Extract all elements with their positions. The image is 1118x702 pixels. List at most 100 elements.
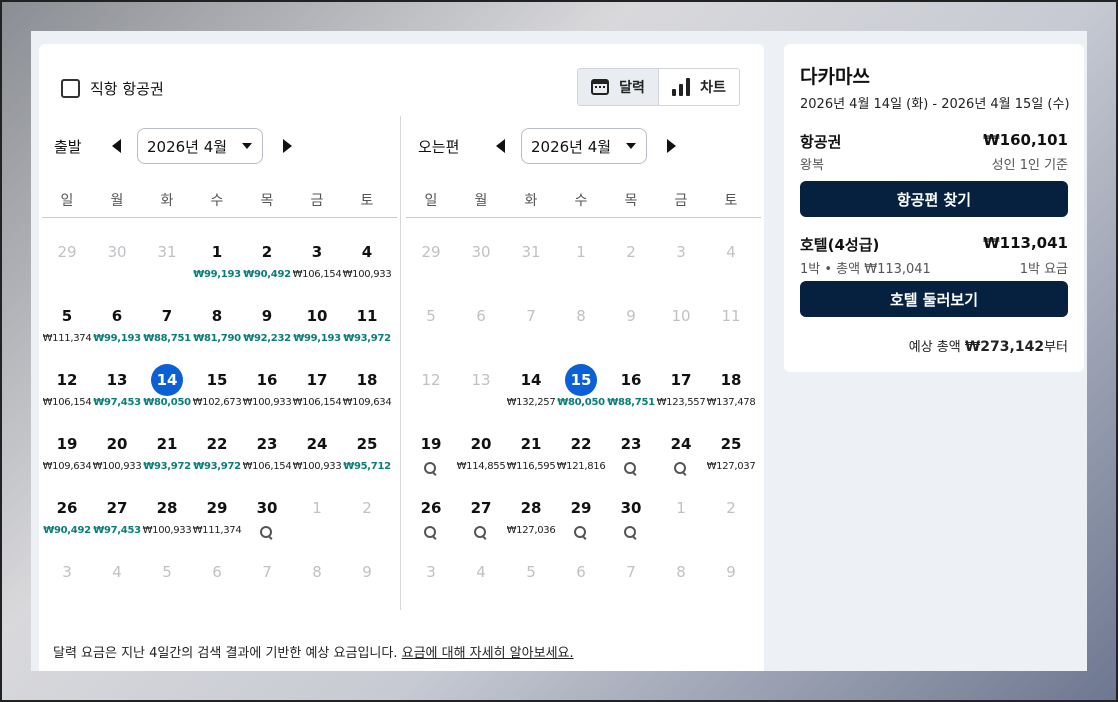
- day-number: 31: [157, 243, 177, 261]
- day-cell[interactable]: 1 ₩99,193: [192, 229, 242, 293]
- day-cell[interactable]: 26 ₩90,492: [42, 485, 92, 549]
- day-number: 6: [576, 563, 586, 581]
- day-cell[interactable]: 23: [606, 421, 656, 485]
- day-price: ₩100,933: [292, 461, 342, 472]
- day-cell[interactable]: 18 ₩137,478: [706, 357, 756, 421]
- day-number: 19: [420, 435, 442, 453]
- day-cell[interactable]: 10 ₩99,193: [292, 293, 342, 357]
- selected-day-cell[interactable]: 15 ₩80,050: [556, 357, 606, 421]
- weekday: 수: [210, 193, 224, 209]
- day-price: ₩95,712: [343, 461, 391, 472]
- calendar-view-button[interactable]: 달력: [578, 69, 659, 105]
- day-cell: 1: [556, 229, 606, 293]
- day-cell: 5: [506, 549, 556, 613]
- day-cell[interactable]: 30: [606, 485, 656, 549]
- day-cell[interactable]: 30: [242, 485, 292, 549]
- day-price: ₩102,673: [192, 397, 242, 408]
- day-cell[interactable]: 19 ₩109,634: [42, 421, 92, 485]
- day-cell[interactable]: 14 ₩132,257: [506, 357, 556, 421]
- direct-flights-filter[interactable]: 직항 항공권: [61, 78, 164, 99]
- day-cell[interactable]: 11 ₩93,972: [342, 293, 392, 357]
- day-cell[interactable]: 16 ₩88,751: [606, 357, 656, 421]
- day-cell[interactable]: 27 ₩97,453: [92, 485, 142, 549]
- day-cell[interactable]: 29 ₩111,374: [192, 485, 242, 549]
- day-cell[interactable]: 28 ₩100,933: [142, 485, 192, 549]
- flight-label: 항공권: [800, 133, 842, 151]
- day-cell[interactable]: 2 ₩90,492: [242, 229, 292, 293]
- day-cell[interactable]: 19: [406, 421, 456, 485]
- day-cell[interactable]: 17 ₩106,154: [292, 357, 342, 421]
- day-price: ₩132,257: [506, 397, 556, 408]
- next-month-icon[interactable]: [667, 139, 676, 153]
- day-cell[interactable]: 12 ₩106,154: [42, 357, 92, 421]
- weekday-header: 일 월 화 수 목 금 토: [42, 190, 397, 218]
- day-number: 28: [156, 499, 178, 517]
- find-flights-button[interactable]: 항공편 찾기: [800, 181, 1068, 217]
- day-cell[interactable]: 18 ₩109,634: [342, 357, 392, 421]
- selected-day-cell[interactable]: 14 ₩80,050: [142, 357, 192, 421]
- chart-view-button[interactable]: 차트: [659, 69, 739, 105]
- day-cell[interactable]: 3 ₩106,154: [292, 229, 342, 293]
- day-number: 5: [61, 307, 73, 325]
- day-cell[interactable]: 22 ₩93,972: [192, 421, 242, 485]
- day-cell[interactable]: 24 ₩100,933: [292, 421, 342, 485]
- day-number: 9: [362, 563, 372, 581]
- return-label: 오는편: [418, 137, 460, 156]
- day-cell[interactable]: 16 ₩100,933: [242, 357, 292, 421]
- day-cell: 9: [342, 549, 392, 613]
- day-cell[interactable]: 24: [656, 421, 706, 485]
- day-cell[interactable]: 23 ₩106,154: [242, 421, 292, 485]
- day-cell: 29: [42, 229, 92, 293]
- day-cell[interactable]: 21 ₩93,972: [142, 421, 192, 485]
- pricing-info-link[interactable]: 요금에 대해 자세히 알아보세요.: [402, 646, 574, 661]
- day-cell[interactable]: 28 ₩127,036: [506, 485, 556, 549]
- browse-hotels-button[interactable]: 호텔 둘러보기: [800, 281, 1068, 317]
- day-cell[interactable]: 17 ₩123,557: [656, 357, 706, 421]
- weekday: 일: [424, 193, 438, 209]
- day-price: ₩109,634: [342, 397, 392, 408]
- day-number: 19: [56, 435, 78, 453]
- day-cell[interactable]: 9 ₩92,232: [242, 293, 292, 357]
- day-cell[interactable]: 27: [456, 485, 506, 549]
- day-number: 29: [570, 499, 592, 517]
- day-cell[interactable]: 22 ₩121,816: [556, 421, 606, 485]
- day-cell[interactable]: 4 ₩100,933: [342, 229, 392, 293]
- prev-month-icon[interactable]: [112, 139, 121, 153]
- day-number: 4: [726, 243, 736, 261]
- day-cell[interactable]: 8 ₩81,790: [192, 293, 242, 357]
- departure-month-select[interactable]: 2026년 4월: [137, 128, 263, 164]
- return-month-select[interactable]: 2026년 4월: [521, 128, 647, 164]
- day-cell: 3: [406, 549, 456, 613]
- day-cell[interactable]: 13 ₩97,453: [92, 357, 142, 421]
- day-cell: 30: [456, 229, 506, 293]
- day-cell: 4: [706, 229, 756, 293]
- day-price: ₩80,050: [557, 397, 605, 408]
- day-cell: 29: [406, 229, 456, 293]
- day-price: ₩111,374: [42, 333, 92, 344]
- day-cell[interactable]: 7 ₩88,751: [142, 293, 192, 357]
- day-cell[interactable]: 29: [556, 485, 606, 549]
- day-cell[interactable]: 15 ₩102,673: [192, 357, 242, 421]
- day-number: 25: [720, 435, 742, 453]
- day-number: 4: [476, 563, 486, 581]
- next-month-icon[interactable]: [283, 139, 292, 153]
- day-cell[interactable]: 20 ₩114,855: [456, 421, 506, 485]
- day-cell[interactable]: 25 ₩127,037: [706, 421, 756, 485]
- day-cell[interactable]: 25 ₩95,712: [342, 421, 392, 485]
- day-price: ₩106,154: [242, 461, 292, 472]
- day-cell: 12: [406, 357, 456, 421]
- day-number: 16: [620, 371, 642, 389]
- destination-title: 다카마쓰: [800, 66, 870, 88]
- day-number: 29: [421, 243, 441, 261]
- prev-month-icon[interactable]: [496, 139, 505, 153]
- day-cell[interactable]: 6 ₩99,193: [92, 293, 142, 357]
- day-cell[interactable]: 26: [406, 485, 456, 549]
- day-cell[interactable]: 21 ₩116,595: [506, 421, 556, 485]
- day-cell: 8: [292, 549, 342, 613]
- day-cell[interactable]: 5 ₩111,374: [42, 293, 92, 357]
- flight-sub-row: 왕복 성인 1인 기준: [800, 154, 1068, 173]
- direct-flights-checkbox[interactable]: [61, 79, 80, 98]
- day-cell[interactable]: 20 ₩100,933: [92, 421, 142, 485]
- flight-type: 왕복: [800, 158, 824, 173]
- day-cell: 6: [556, 549, 606, 613]
